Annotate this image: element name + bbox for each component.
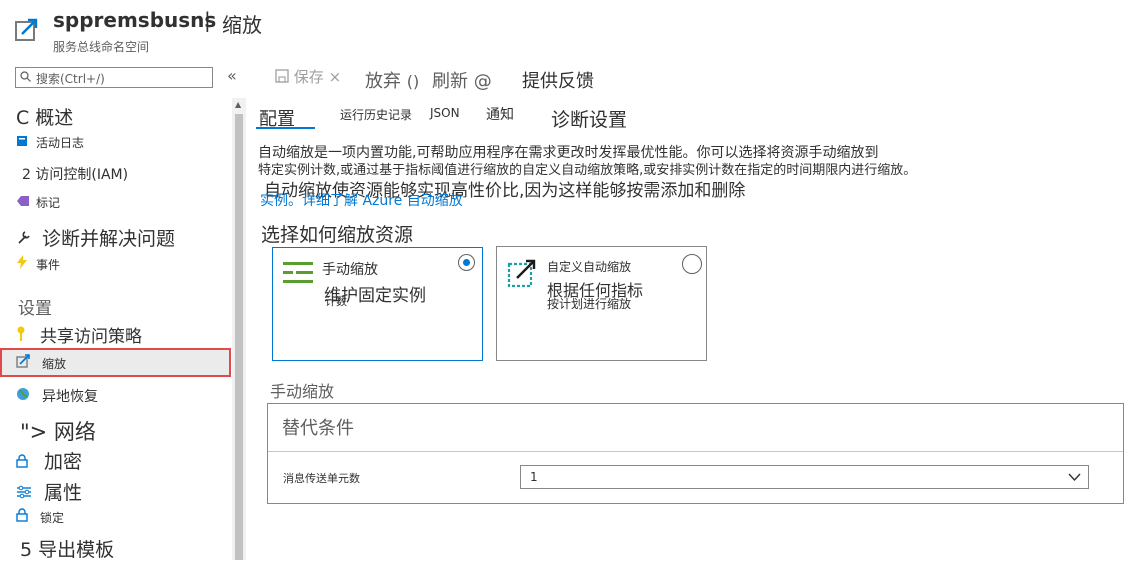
messaging-units-label: 消息传送单元数 xyxy=(283,472,360,485)
title-separator: | xyxy=(204,8,211,32)
sidebar-item-shared-access[interactable]: 共享访问策略 xyxy=(16,322,142,347)
sidebar-item-export-template[interactable]: 5 导出模板 xyxy=(20,535,114,562)
feedback-icon: @ xyxy=(473,71,492,92)
custom-autoscale-radio[interactable] xyxy=(682,254,702,274)
manual-scale-title: 手动缩放 xyxy=(322,262,378,278)
sidebar-item-label: 共享访问策略 xyxy=(40,327,142,347)
section-divider xyxy=(268,451,1123,452)
override-condition-heading: 替代条件 xyxy=(282,418,354,439)
search-icon xyxy=(20,71,31,82)
refresh-label: 刷新 xyxy=(432,71,468,92)
sidebar-item-label: C 概述 xyxy=(16,107,74,129)
sidebar-item-scale[interactable]: 缩放 xyxy=(16,354,66,372)
feedback-label: 提供反馈 xyxy=(522,71,594,92)
discard-button[interactable]: 放弃 () xyxy=(365,67,419,93)
tab-notify[interactable]: 通知 xyxy=(486,104,514,124)
chevron-down-icon xyxy=(1068,473,1081,482)
sidebar-item-label: 锁定 xyxy=(40,511,65,525)
sidebar-item-label: 属性 xyxy=(44,482,83,504)
undo-icon: () xyxy=(406,72,420,91)
manual-scale-desc-2: 计数 xyxy=(325,295,347,308)
close-icon: × xyxy=(328,68,342,86)
sidebar-item-tags[interactable]: 标记 xyxy=(16,194,60,211)
sidebar-item-label: 加密 xyxy=(44,451,83,473)
sidebar-item-properties[interactable]: 属性 xyxy=(16,478,82,505)
manual-scale-radio[interactable] xyxy=(458,254,475,271)
sidebar-item-locks[interactable]: 锁定 xyxy=(16,508,64,526)
custom-autoscale-card[interactable]: 自定义自动缩放 根据任何指标 按计划进行缩放 xyxy=(496,246,707,361)
properties-icon xyxy=(16,482,44,504)
lock-icon xyxy=(16,451,44,473)
sidebar-item-events[interactable]: 事件 xyxy=(16,255,60,273)
scroll-up-arrow-icon[interactable]: ▲ xyxy=(235,100,241,109)
active-tab-indicator xyxy=(256,127,315,129)
sidebar-item-access-control[interactable]: 2 访问控制(IAM) xyxy=(22,164,128,184)
manual-scale-icon xyxy=(283,262,313,283)
globe-icon xyxy=(16,387,42,405)
messaging-units-select[interactable]: 1 xyxy=(520,465,1089,489)
feedback-button[interactable]: 提供反馈 xyxy=(522,67,594,93)
custom-autoscale-title: 自定义自动缩放 xyxy=(547,260,632,274)
sidebar-item-label: 2 访问控制(IAM) xyxy=(22,167,129,183)
sidebar-item-geo-recovery[interactable]: 异地恢复 xyxy=(16,386,98,406)
choose-scale-heading: 选择如何缩放资源 xyxy=(261,224,414,246)
lightning-icon xyxy=(16,255,36,272)
sidebar-scrollbar-thumb[interactable] xyxy=(235,114,243,560)
search-input[interactable]: 搜索(Ctrl+/) xyxy=(15,67,213,88)
sidebar-item-label: 诊断并解决问题 xyxy=(42,228,176,250)
learn-more-link[interactable]: 实例。详细了解 Azure 自动缩放 xyxy=(260,190,463,210)
save-icon xyxy=(275,68,289,86)
resource-type: 服务总线命名空间 xyxy=(53,40,150,54)
radio-selected-dot xyxy=(463,259,470,266)
activity-log-icon xyxy=(16,135,36,150)
sidebar-item-activity-log[interactable]: 活动日志 xyxy=(16,134,84,151)
tab-run-history[interactable]: 运行历史记录 xyxy=(340,106,412,123)
sidebar-item-label: "> 网络 xyxy=(20,420,96,444)
save-label: 保存 xyxy=(293,68,324,86)
refresh-button[interactable]: 刷新 @ xyxy=(432,67,492,93)
wrench-icon xyxy=(16,228,42,250)
save-button[interactable]: 保存 × xyxy=(275,66,341,87)
manual-scale-section-title: 手动缩放 xyxy=(270,382,335,401)
sidebar-item-encryption[interactable]: 加密 xyxy=(16,447,82,474)
key-icon xyxy=(16,326,40,347)
scale-icon xyxy=(16,354,42,371)
lock-icon xyxy=(16,508,40,525)
tab-json[interactable]: JSON xyxy=(430,106,460,120)
sidebar-item-label: 活动日志 xyxy=(36,136,85,150)
sidebar-item-overview[interactable]: C 概述 xyxy=(16,103,73,130)
discard-label: 放弃 xyxy=(365,71,401,92)
sidebar-item-label: 5 导出模板 xyxy=(20,539,115,561)
resource-name: sppremsbusns xyxy=(53,8,217,32)
collapse-sidebar-button[interactable]: « xyxy=(227,66,237,85)
sidebar-item-networking[interactable]: "> 网络 xyxy=(20,416,96,446)
messaging-units-value: 1 xyxy=(530,470,538,484)
custom-autoscale-desc-2: 按计划进行缩放 xyxy=(547,297,632,311)
tag-icon xyxy=(16,195,36,210)
sidebar-item-label: 事件 xyxy=(36,258,61,272)
search-placeholder: 搜索(Ctrl+/) xyxy=(36,72,105,86)
tab-diagnostic-settings[interactable]: 诊断设置 xyxy=(551,105,627,132)
sidebar-item-label: 缩放 xyxy=(42,357,67,371)
sidebar-item-label: 异地恢复 xyxy=(42,389,98,405)
scale-resource-icon xyxy=(15,18,38,41)
custom-autoscale-icon xyxy=(507,259,536,288)
sidebar-item-label: 标记 xyxy=(36,196,61,210)
manual-scale-card[interactable]: 手动缩放 维护固定实例 计数 xyxy=(272,247,483,361)
section-settings-heading: 设置 xyxy=(18,299,52,319)
sidebar-item-diagnose[interactable]: 诊断并解决问题 xyxy=(16,224,175,251)
page-title: 缩放 xyxy=(222,13,262,37)
